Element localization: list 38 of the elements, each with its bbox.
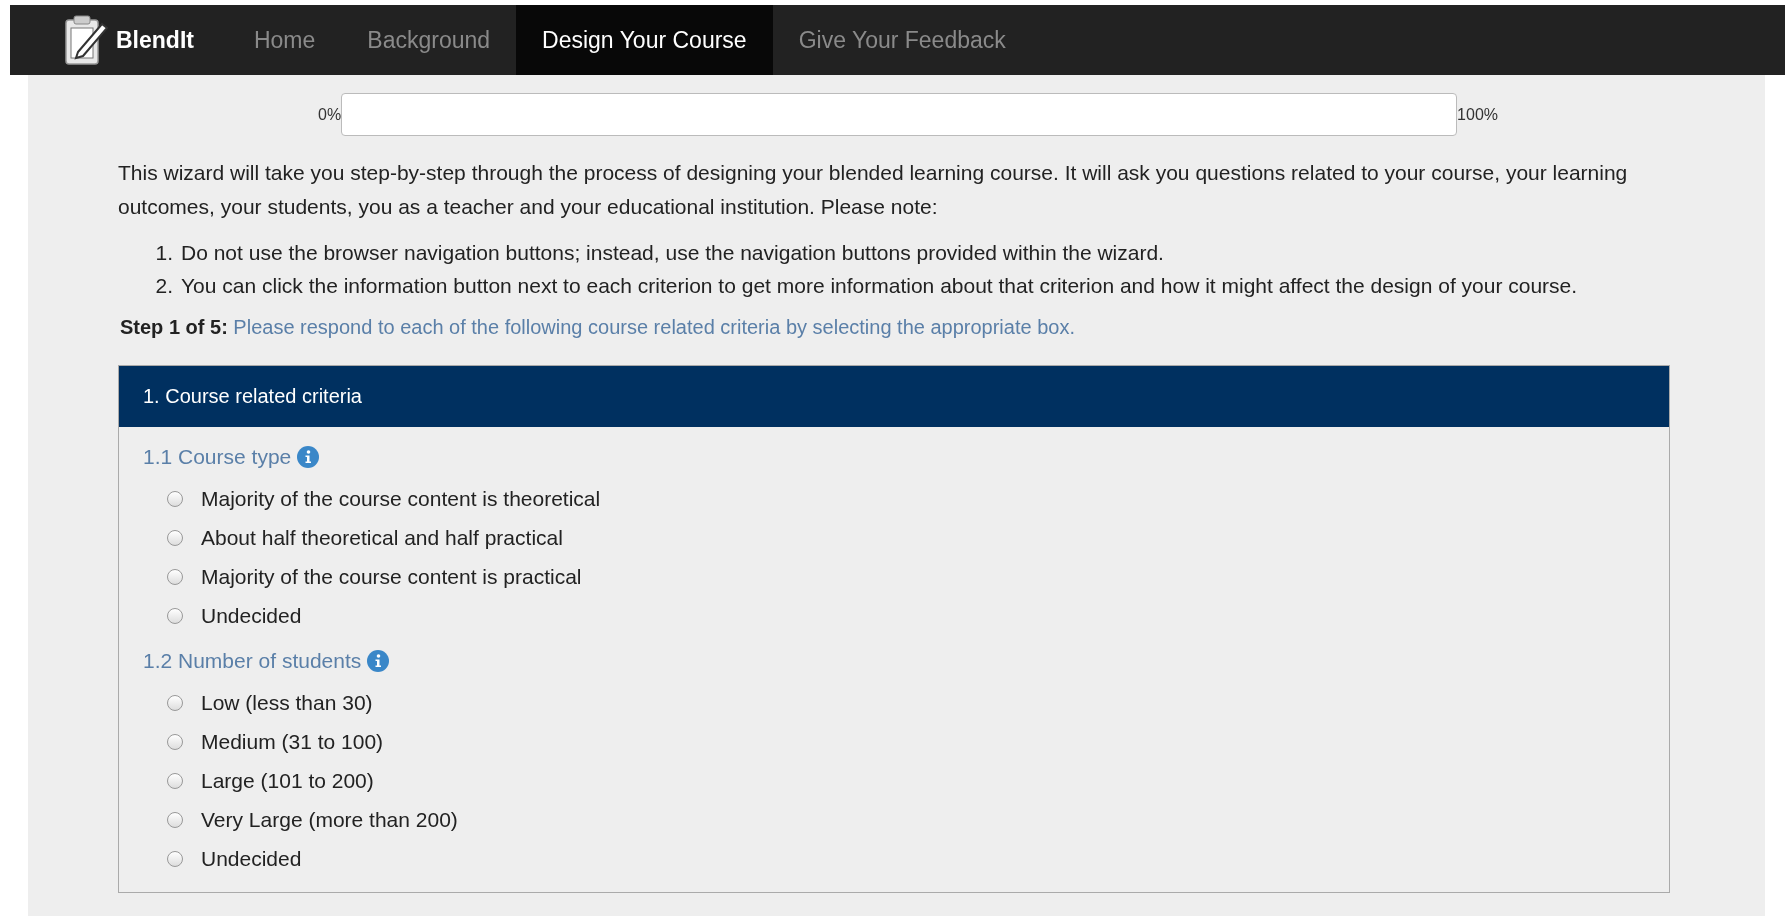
radio-button[interactable] [167,733,183,750]
panel-header: 1. Course related criteria [119,366,1669,427]
nav-tab[interactable]: Design Your Course [516,5,773,75]
clipboard-pencil-icon [64,14,108,66]
intro-paragraph: This wizard will take you step-by-step through the process of designing your blended learning course. It will ask you questions related to your course, your learning outcomes, your students, you as a teacher and your educational institution. Please note: [118,160,1629,220]
info-icon[interactable] [367,650,390,672]
option-label: Low (less than 30) [201,690,373,715]
option-label: About half theoretical and half practical [201,525,563,550]
step-label: Step 1 of 5: [120,316,228,338]
radio-button[interactable] [167,694,183,711]
radio-button[interactable] [167,607,183,624]
option-label: Large (101 to 200) [201,768,374,793]
note-text: Do not use the browser navigation buttons; instead, use the navigation buttons provided within the wizard. [181,240,1164,266]
option-label: Undecided [201,846,302,871]
info-icon[interactable] [297,446,320,468]
radio-button[interactable] [167,568,183,585]
option-label: Medium (31 to 100) [201,729,384,754]
criterion-title: 1.2 Number of students [143,649,362,673]
radio-button[interactable] [167,529,183,546]
progress-end-label: 100% [1457,105,1498,124]
brand-name[interactable]: BlendIt [116,26,194,54]
nav-tab[interactable]: Home [227,5,342,75]
option-label: Very Large (more than 200) [201,807,458,832]
radio-button[interactable] [167,850,183,867]
list-number: 1. [154,240,173,266]
radio-button[interactable] [167,490,183,507]
option-label: Undecided [201,603,302,628]
radio-button[interactable] [167,811,183,828]
option-label: Majority of the course content is practical [201,564,582,589]
progress-start-label: 0% [318,105,342,124]
nav-tab[interactable]: Give Your Feedback [772,5,1032,75]
criterion-title: 1.1 Course type [143,445,292,469]
step-instruction: Please respond to each of the following course related criteria by selecting the appropriate box. [233,316,1075,338]
note-text: You can click the information button next to each criterion to get more information about that criterion and how it might affect the design of your course. [181,273,1578,299]
option-label: Majority of the course content is theoretical [201,486,601,511]
radio-button[interactable] [167,772,183,789]
list-number: 2. [154,273,173,299]
nav-tab[interactable]: Background [341,5,517,75]
